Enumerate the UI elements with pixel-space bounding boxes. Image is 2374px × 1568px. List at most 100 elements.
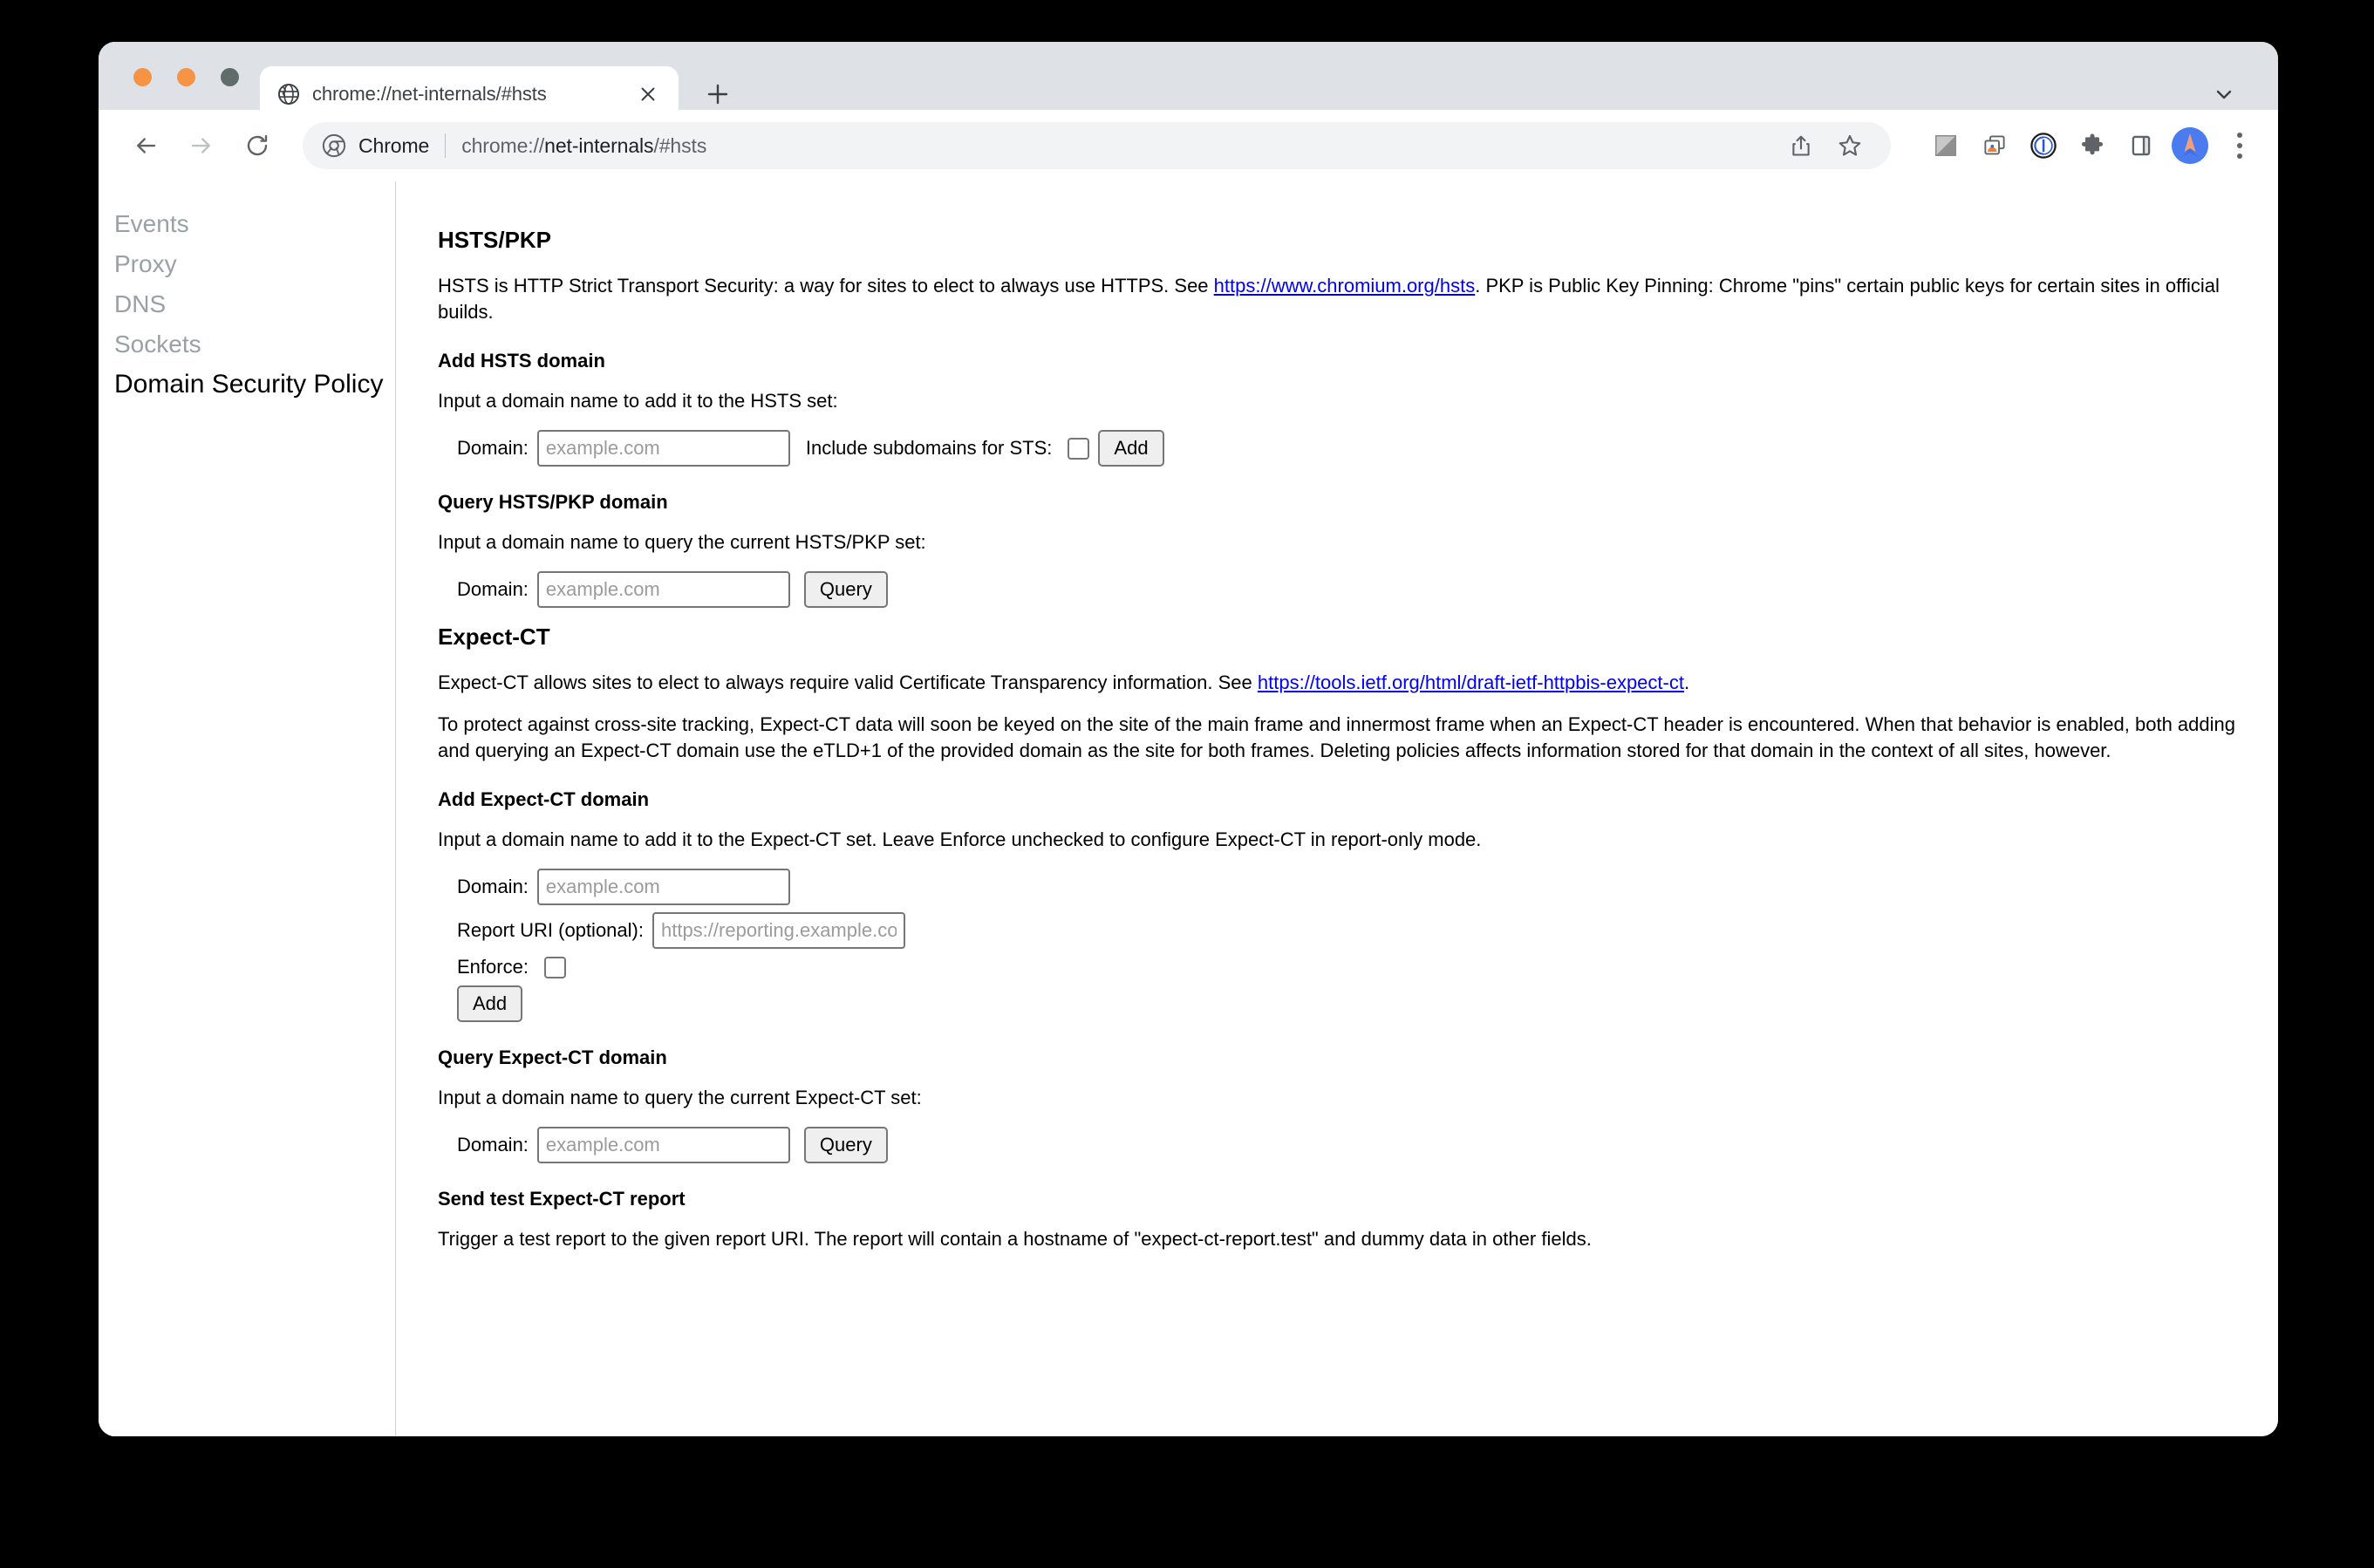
kebab-dot-2 [2237,143,2242,148]
kebab-dot-3 [2237,153,2242,159]
media-tabs-extension-button[interactable] [1973,124,2016,167]
omnibox-divider [445,133,447,158]
bookmark-star-icon [1838,134,1861,156]
query-hsts-button[interactable]: Query [803,571,888,608]
url-path: /#hsts [653,133,707,157]
chevron-down-icon [2216,90,2232,99]
gradient-square-icon [1935,135,1956,156]
include-subdomains-sts-checkbox[interactable] [1068,437,1090,460]
expect-ct-intro-paragraph: Expect-CT allows sites to elect to alway… [438,670,2241,696]
chrome-icon [322,133,346,158]
share-button[interactable] [1779,124,1823,167]
tab-title: chrome://net-internals/#hsts [312,83,547,105]
add-hsts-domain-input[interactable] [536,430,790,467]
kebab-dot-1 [2237,133,2242,138]
sidebar-item-proxy[interactable]: Proxy [113,244,395,284]
omnibox-url[interactable]: chrome://net-internals/#hsts [461,134,706,158]
extensions-puzzle-icon [2082,133,2103,155]
close-window-button[interactable] [133,68,152,86]
query-expect-ct-button[interactable]: Query [803,1127,888,1163]
extensions-button[interactable] [2070,124,2114,167]
net-internals-sidebar: Events Proxy DNS Sockets Domain Security… [99,181,396,1436]
add-expect-ct-report-uri-label: Report URI (optional): [457,919,644,941]
query-hsts-domain-label: Domain: [457,578,529,600]
query-expect-ct-form-row: Domain: Query [457,1127,2241,1163]
add-hsts-form-row: Domain: Include subdomains for STS: Add [457,430,2241,467]
sidebar-item-domain-security-policy[interactable]: Domain Security Policy [113,365,395,405]
sidebar-item-sockets[interactable]: Sockets [113,324,395,365]
query-hsts-domain-input[interactable] [536,571,790,608]
add-expect-ct-domain-row: Domain: [457,869,2241,905]
query-hsts-form-row: Domain: Query [457,571,2241,608]
omnibox-site-chip[interactable]: Chrome [358,134,429,158]
onepassword-icon [2030,133,2057,159]
add-hsts-domain-label: Domain: [457,437,529,459]
add-expect-ct-domain-label: Domain: [457,876,529,897]
sidebar-item-events[interactable]: Events [113,204,395,244]
back-button[interactable] [123,123,168,168]
enforce-label: Enforce: [457,956,529,978]
maximize-window-button[interactable] [221,68,239,86]
add-hsts-instruction: Input a domain name to add it to the HST… [438,390,838,412]
browser-window: chrome://net-internals/#hsts Chrome chro… [99,42,2278,1436]
back-arrow-icon [137,138,156,153]
screenshot-root: chrome://net-internals/#hsts Chrome chro… [0,0,2374,1568]
avatar-button[interactable] [2168,124,2212,167]
address-bar[interactable]: Chrome chrome://net-internals/#hsts [303,122,1891,169]
url-host: net-internals [544,133,654,157]
expect-ct-heading: Expect-CT [438,624,550,650]
tab-strip: chrome://net-internals/#hsts [99,42,2278,122]
add-expect-ct-report-uri-input[interactable] [651,912,905,949]
page-content: Events Proxy DNS Sockets Domain Security… [99,181,2278,1436]
expect-ct-draft-link[interactable]: https://tools.ietf.org/html/draft-ietf-h… [1258,672,1684,693]
omnibox-trailing-actions [1774,124,1872,167]
gradient-square-extension-button[interactable] [1924,124,1968,167]
query-expect-ct-domain-input[interactable] [536,1127,790,1163]
chromium-hsts-link[interactable]: https://www.chromium.org/hsts [1214,275,1476,297]
reload-icon [247,134,268,156]
add-expect-ct-domain-input[interactable] [536,869,790,905]
url-scheme: chrome:// [461,133,545,157]
avatar-glyph-icon [2172,127,2208,164]
add-expect-ct-button[interactable]: Add [457,985,523,1022]
close-icon[interactable] [635,81,661,107]
add-hsts-domain-heading: Add HSTS domain [438,350,605,372]
globe-icon [277,83,300,106]
new-tab-button[interactable] [700,77,735,112]
minimize-window-button[interactable] [177,68,195,86]
hsts-intro-text-before: HSTS is HTTP Strict Transport Security: … [438,275,1214,297]
send-test-expect-ct-report-instruction: Trigger a test report to the given repor… [438,1228,1592,1250]
expect-ct-intro-text-before: Expect-CT allows sites to elect to alway… [438,672,1258,693]
domain-security-policy-panel: HSTS/PKP HSTS is HTTP Strict Transport S… [396,181,2278,1436]
add-expect-ct-enforce-row: Enforce: [457,956,2241,978]
add-hsts-button[interactable]: Add [1098,430,1164,467]
query-hsts-domain-heading: Query HSTS/PKP domain [438,491,668,513]
reload-button[interactable] [235,123,280,168]
query-expect-ct-instruction: Input a domain name to query the current… [438,1087,922,1108]
add-expect-ct-report-uri-row: Report URI (optional): [457,912,2241,949]
window-traffic-lights [133,68,239,86]
send-test-expect-ct-report-heading: Send test Expect-CT report [438,1188,686,1210]
forward-button[interactable] [179,123,224,168]
plus-icon [707,84,728,105]
add-expect-ct-instruction: Input a domain name to add it to the Exp… [438,828,1482,850]
add-expect-ct-button-row: Add [457,985,2241,1022]
query-expect-ct-domain-heading: Query Expect-CT domain [438,1046,667,1068]
hsts-pkp-heading: HSTS/PKP [438,227,552,253]
enforce-checkbox[interactable] [543,956,566,978]
add-expect-ct-domain-heading: Add Expect-CT domain [438,788,650,810]
browser-menu-button[interactable] [2221,124,2259,167]
browser-toolbar: Chrome chrome://net-internals/#hsts [99,110,2278,181]
query-expect-ct-domain-label: Domain: [457,1134,529,1156]
bookmark-button[interactable] [1828,124,1872,167]
query-hsts-instruction: Input a domain name to query the current… [438,531,926,553]
sidebar-item-dns[interactable]: DNS [113,284,395,324]
tab-search-button[interactable] [2208,78,2240,110]
forward-arrow-icon [191,138,210,153]
expect-ct-intro-text-after: . [1683,672,1690,693]
onepassword-button[interactable] [2022,124,2065,167]
share-icon [1792,135,1810,156]
media-tabs-icon [1984,135,2005,155]
side-panel-icon [2132,135,2151,156]
side-panel-button[interactable] [2119,124,2163,167]
